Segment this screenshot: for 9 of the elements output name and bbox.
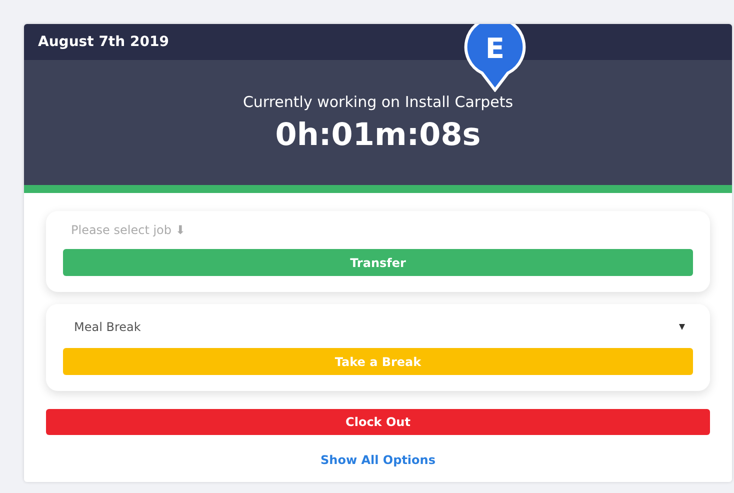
- location-marker: E: [464, 24, 526, 92]
- elapsed-timer: 0h:01m:08s: [275, 117, 481, 153]
- show-all-options-link[interactable]: Show All Options: [320, 453, 436, 467]
- break-type-select[interactable]: Meal Break: [63, 314, 693, 340]
- caret-icon: [679, 324, 685, 330]
- transfer-button[interactable]: Transfer: [63, 249, 693, 276]
- date-title: August 7th 2019: [38, 34, 169, 50]
- status-message: Currently working on Install Carpets: [242, 93, 514, 111]
- clock-out-button[interactable]: Clock Out: [46, 409, 710, 435]
